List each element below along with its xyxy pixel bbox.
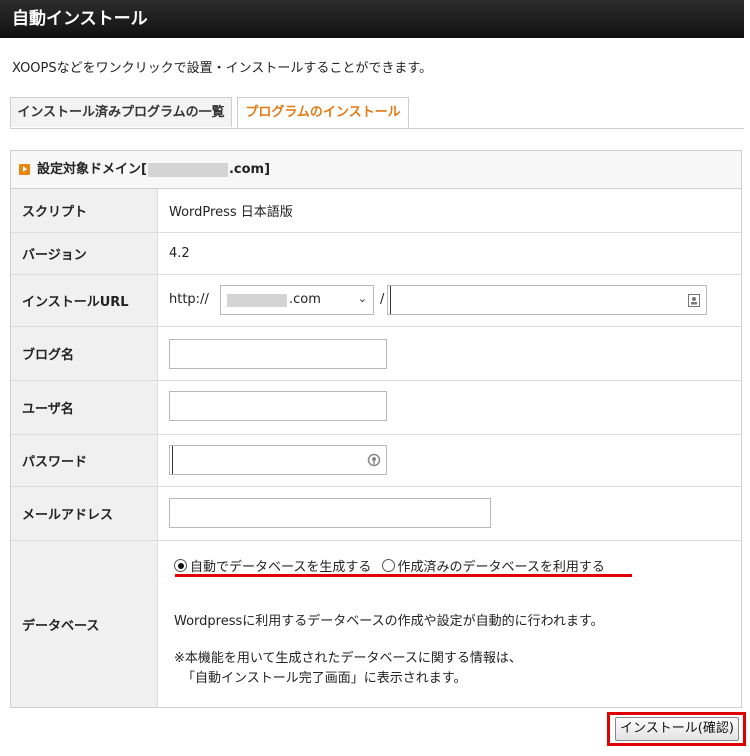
version-value: 4.2 [169,246,190,261]
arrow-right-icon [19,164,30,175]
radio-unchecked-icon [381,559,395,572]
domain-select-value: .com [289,292,321,307]
radio-existing-database[interactable]: 作成済みのデータベースを利用する [381,559,605,575]
radio-auto-label: 自動でデータベースを生成する [190,560,372,575]
key-icon [367,453,381,467]
heading-prefix: 設定対象ドメイン[ [37,162,147,177]
version-label: バージョン [11,233,158,274]
url-separator: / [380,292,385,307]
row-email: メールアドレス [11,487,741,541]
password-label: パスワード [11,435,158,486]
blog-name-input[interactable] [169,339,387,369]
script-value: WordPress 日本語版 [169,205,293,220]
database-note-1: Wordpressに利用するデータベースの作成や設定が自動的に行われます。 [174,614,604,629]
tab-install-program[interactable]: プログラムのインストール [237,97,409,128]
email-input[interactable] [169,498,491,528]
highlight-underline [175,574,632,577]
redacted-domain [147,162,228,177]
database-label: データベース [11,541,158,707]
install-confirm-button[interactable]: インストール(確認) [615,717,739,741]
row-install-url: インストールURL http:// .com ⌄ / [11,275,741,327]
script-label: スクリプト [11,189,158,232]
text-cursor [390,286,391,314]
install-form-panel: 設定対象ドメイン[ .com] スクリプト WordPress 日本語版 バージョ… [10,150,742,708]
username-label: ユーザ名 [11,381,158,434]
page-title: 自動インストール [0,0,744,38]
password-input[interactable] [169,445,387,475]
page-description: XOOPSなどをワンクリックで設置・インストールすることができます。 [12,61,433,76]
url-protocol: http:// [169,292,209,307]
radio-checked-icon [174,559,187,572]
row-password: パスワード [11,435,741,487]
text-cursor [172,446,173,474]
tab-bar: インストール済みプログラムの一覧 プログラムのインストール [10,97,744,129]
tab-installed-programs[interactable]: インストール済みプログラムの一覧 [10,97,232,127]
contact-card-icon [688,294,700,307]
install-path-input[interactable] [387,285,707,315]
email-label: メールアドレス [11,487,158,540]
chevron-down-icon: ⌄ [357,292,367,305]
database-options: 自動でデータベースを生成する 作成済みのデータベースを利用する [174,556,605,575]
row-script: スクリプト WordPress 日本語版 [11,189,741,233]
blog-name-label: ブログ名 [11,327,158,380]
database-note-2: ※本機能を用いて生成されたデータベースに関する情報は、 [174,651,522,666]
radio-auto-database[interactable]: 自動でデータベースを生成する [174,559,376,575]
domain-select[interactable]: .com ⌄ [220,285,374,315]
database-note-3: 「自動インストール完了画面」に表示されます。 [182,671,467,686]
row-blog-name: ブログ名 [11,327,741,381]
target-domain-heading: 設定対象ドメイン[ .com] [11,151,741,189]
redacted-domain-select [227,294,287,307]
username-input[interactable] [169,391,387,421]
heading-suffix: .com] [228,162,271,177]
row-database: データベース 自動でデータベースを生成する 作成済みのデータベースを利用する W… [11,541,741,707]
row-username: ユーザ名 [11,381,741,435]
row-version: バージョン 4.2 [11,233,741,275]
install-url-label: インストールURL [11,275,158,326]
radio-existing-label: 作成済みのデータベースを利用する [397,560,605,575]
